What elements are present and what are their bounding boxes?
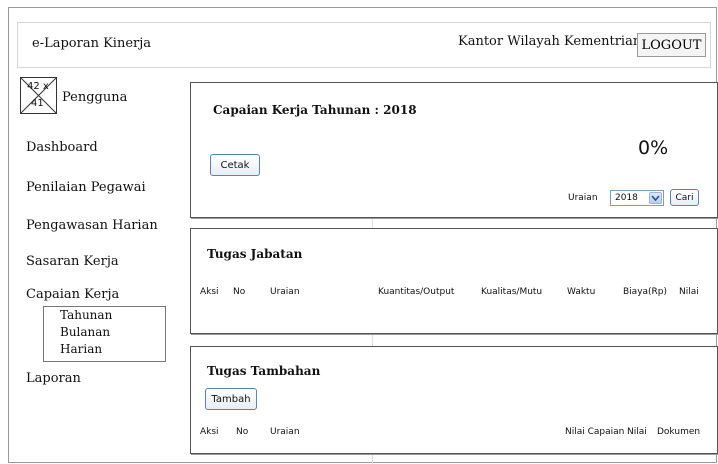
column-header-nilai-capaian: Nilai Capaian [565,427,625,437]
uraian-label: Uraian [568,193,598,203]
capaian-title: Capaian Kerja Tahunan : 2018 [213,103,417,117]
app-title: e-Laporan Kinerja [32,36,152,51]
column-header-no: No [236,427,249,437]
tugas-tambahan-panel: Tugas Tambahan Tambah Aksi No Uraian Nil… [190,346,718,454]
submenu-item-tahunan[interactable]: Tahunan [60,308,112,322]
tugas-jabatan-panel: Tugas Jabatan Aksi No Uraian Kuantitas/O… [190,228,718,334]
capaian-submenu: Tahunan Bulanan Harian [43,306,166,362]
column-header-aksi: Aksi [200,287,219,297]
submenu-item-harian[interactable]: Harian [60,342,102,356]
column-header-kuantitas: Kuantitas/Output [378,287,455,297]
user-label: Pengguna [62,90,128,105]
header-bar: e-Laporan Kinerja Kantor Wilayah Kementr… [17,22,711,68]
tugas-jabatan-title: Tugas Jabatan [207,247,303,261]
column-header-biaya: Biaya(Rp) [623,287,668,297]
sidebar-item-pengawasan-harian[interactable]: Pengawasan Harian [26,218,158,233]
avatar-width-text: 42 x [27,81,49,92]
column-header-kualitas: Kualitas/Mutu [481,287,543,297]
sidebar-item-sasaran-kerja[interactable]: Sasaran Kerja [26,254,119,269]
chevron-down-icon[interactable] [649,192,662,204]
avatar: 42 x 41 [20,77,57,114]
capaian-panel: Capaian Kerja Tahunan : 2018 Cetak 0% Ur… [190,82,718,218]
avatar-height-text: 41 [31,98,44,109]
column-header-aksi: Aksi [200,427,219,437]
column-header-uraian: Uraian [270,427,300,437]
column-header-waktu: Waktu [567,287,596,297]
column-header-nilai: Nilai [679,287,699,297]
logout-button[interactable]: LOGOUT [637,33,706,57]
submenu-item-bulanan[interactable]: Bulanan [60,325,110,339]
column-header-no: No [233,287,246,297]
search-button[interactable]: Cari [670,189,699,206]
achievement-percent: 0% [638,137,669,159]
sidebar-item-capaian-kerja[interactable]: Capaian Kerja [26,287,119,302]
column-header-dokumen: Dokumen [657,427,701,437]
sidebar-item-penilaian-pegawai[interactable]: Penilaian Pegawai [26,180,146,195]
year-select[interactable]: 2018 [610,190,664,206]
print-button[interactable]: Cetak [210,154,260,176]
add-task-button[interactable]: Tambah [205,388,257,410]
column-header-nilai: Nilai [627,427,647,437]
sidebar-item-dashboard[interactable]: Dashboard [26,140,98,155]
sidebar-item-laporan[interactable]: Laporan [26,371,81,386]
year-select-value: 2018 [615,193,638,203]
column-header-uraian: Uraian [270,287,300,297]
tugas-tambahan-title: Tugas Tambahan [207,364,321,378]
